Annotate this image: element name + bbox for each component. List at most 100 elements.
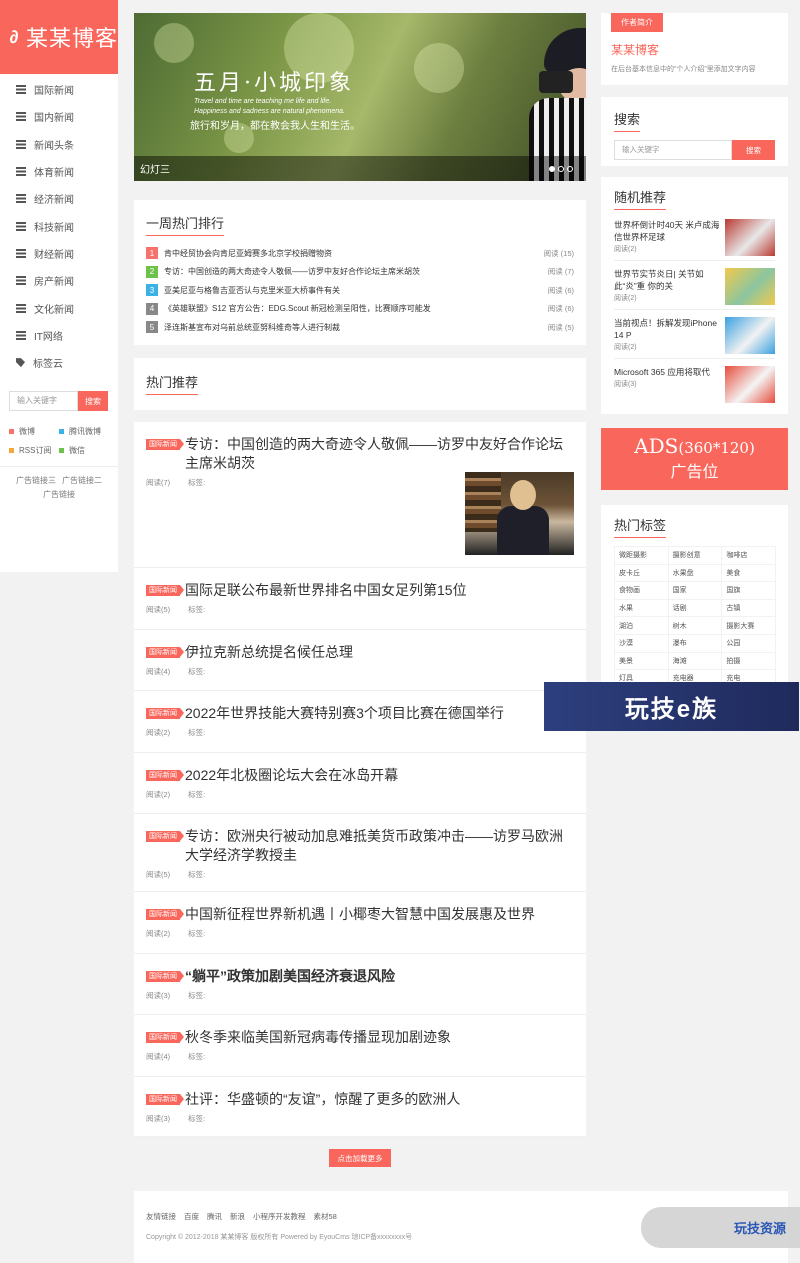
article-item[interactable]: 国际新闻 秋冬季来临美国新冠病毒传播显现加剧迹象 阅读(4) 标签: [134,1015,586,1077]
hot-rank-title[interactable]: 专访：中国创造的两大奇迹令人敬佩——访罗中友好合作论坛主席米胡茨 [164,266,534,277]
article-thumbnail[interactable] [465,472,574,555]
article-item[interactable]: 国际新闻 中国新征程世界新机遇丨小椰枣大智慧中国发展惠及世界 阅读(2) 标签: [134,892,586,954]
nav-item[interactable]: 文化新闻 [0,294,118,321]
tag-item[interactable]: 微距摄影 [614,546,669,565]
random-thumbnail[interactable] [725,317,775,354]
nav-item[interactable]: 新闻头条 [0,131,118,158]
hot-rank-item[interactable]: 1 肯中经贸协会向肯尼亚姆赛多北京学校捐赠物资 阅读 (15) [146,244,574,263]
nav-item[interactable]: 经济新闻 [0,185,118,212]
site-logo[interactable]: ∂ 某某博客 [0,0,118,74]
tag-item[interactable]: 咖啡店 [721,546,776,565]
random-title[interactable]: Microsoft 365 应用将取代 [614,366,720,378]
ad-link[interactable]: 广告链接二 [62,476,102,485]
nav-item[interactable]: 房产新闻 [0,267,118,294]
nav-item[interactable]: 体育新闻 [0,158,118,185]
nav-item[interactable]: 财经新闻 [0,240,118,267]
category-badge[interactable]: 国际新闻 [146,831,184,842]
author-name[interactable]: 某某博客 [611,41,778,58]
hot-rank-title[interactable]: 《英雄联盟》S12 官方公告：EDG.Scout 新冠检测呈阳性，比赛顺序可能发 [164,303,534,314]
slider-dot[interactable] [567,166,573,172]
ad-link[interactable]: 广告链接 [43,490,75,499]
right-search-button[interactable]: 搜索 [732,140,775,160]
slider-dot[interactable] [549,166,555,172]
share-rss[interactable]: RSS订阅 [9,445,59,456]
tag-item[interactable]: 水果 [614,598,669,618]
right-search-input[interactable]: 输入关键字 [614,140,732,160]
article-item[interactable]: 国际新闻 “躺平”政策加剧美国经济衰退风险 阅读(3) 标签: [134,954,586,1015]
nav-item[interactable]: 国内新闻 [0,103,118,130]
footer-link[interactable]: 素材58 [314,1212,337,1221]
nav-item[interactable]: IT网络 [0,322,118,349]
tag-item[interactable]: 食物画 [614,581,669,600]
article-title[interactable]: 专访：欧洲央行被动加息难抵美货币政策冲击——访罗马欧洲大学经济学教授圭 [185,827,574,865]
category-badge[interactable]: 国际新闻 [146,769,184,781]
hot-rank-item[interactable]: 5 泽连斯基宣布对乌前总统亚努科维奇等人进行制裁 阅读 (5) [146,318,574,337]
tag-item[interactable]: 国家 [667,581,723,600]
tag-item[interactable]: 美食 [721,563,776,583]
article-title[interactable]: 2022年世界技能大赛特别赛3个项目比赛在德国举行 [185,704,504,723]
tag-item[interactable]: 古镇 [721,598,776,618]
category-badge[interactable]: 国际新闻 [146,1093,184,1105]
random-thumbnail[interactable] [725,366,775,403]
article-item[interactable]: 国际新闻 社评：华盛顿的“友谊”，惊醒了更多的欧洲人 阅读(3) 标签: [134,1077,586,1138]
article-item[interactable]: 国际新闻 国际足联公布最新世界排名中国女足列第15位 阅读(5) 标签: [134,568,586,630]
tag-item[interactable]: 水果盘 [667,563,723,583]
tag-item[interactable]: 话剧 [667,598,723,618]
tag-item[interactable]: 沙漠 [614,633,669,653]
nav-item[interactable]: 标签云 [0,349,118,376]
category-badge[interactable]: 国际新闻 [146,1032,184,1043]
left-search-input[interactable]: 输入关键字 [9,391,78,411]
left-search-button[interactable]: 搜索 [78,391,108,411]
hot-rank-title[interactable]: 泽连斯基宣布对乌前总统亚努科维奇等人进行制裁 [164,322,534,333]
article-title[interactable]: 专访：中国创造的两大奇迹令人敬佩——访罗中友好合作论坛主席米胡茨 [185,435,574,473]
tag-item[interactable]: 海滩 [667,651,723,671]
hot-rank-title[interactable]: 肯中经贸协会向肯尼亚姆赛多北京学校捐赠物资 [164,248,534,259]
random-thumbnail[interactable] [725,268,775,305]
random-title[interactable]: 世界节实节炎日| 关节如此“炎”重 你的关 [614,268,720,292]
footer-link[interactable]: 百度 [184,1212,199,1221]
share-wechat[interactable]: 微信 [59,445,109,456]
article-title[interactable]: 秋冬季来临美国新冠病毒传播显现加剧迹象 [185,1028,451,1047]
ad-banner[interactable]: ADS(360*120) 广告位 [601,428,788,490]
article-item[interactable]: 国际新闻 伊拉克新总统提名候任总理 阅读(4) 标签: [134,630,586,691]
tag-item[interactable]: 湖泊 [614,616,669,635]
category-badge[interactable]: 国际新闻 [146,708,184,719]
article-item[interactable]: 国际新闻 2022年世界技能大赛特别赛3个项目比赛在德国举行 阅读(2) 标签: [134,691,586,753]
category-badge[interactable]: 国际新闻 [146,970,184,982]
hot-rank-item[interactable]: 4 《英雄联盟》S12 官方公告：EDG.Scout 新冠检测呈阳性，比赛顺序可能… [146,300,574,319]
article-title[interactable]: 2022年北极圈论坛大会在冰岛开幕 [185,766,398,785]
tag-item[interactable]: 公园 [721,633,776,653]
random-item[interactable]: 世界杯倒计时40天 米卢成海信世界杯足球 阅读(2) [614,212,775,261]
category-badge[interactable]: 国际新闻 [146,909,184,920]
nav-item[interactable]: 科技新闻 [0,212,118,239]
tag-item[interactable]: 国旗 [721,581,776,600]
footer-link[interactable]: 腾讯 [207,1212,222,1221]
tag-item[interactable]: 树木 [667,616,723,635]
article-title[interactable]: 伊拉克新总统提名候任总理 [185,643,353,662]
footer-link[interactable]: 新浪 [230,1212,245,1221]
footer-link[interactable]: 小程序开发教程 [253,1212,306,1221]
tag-item[interactable]: 美景 [614,651,669,671]
load-more-button[interactable]: 点击加载更多 [329,1149,391,1167]
article-item[interactable]: 国际新闻 专访：中国创造的两大奇迹令人敬佩——访罗中友好合作论坛主席米胡茨 阅读(7… [134,422,586,568]
random-item[interactable]: Microsoft 365 应用将取代 阅读(3) [614,359,775,408]
tag-item[interactable]: 摄影创意 [667,546,723,565]
article-item[interactable]: 国际新闻 2022年北极圈论坛大会在冰岛开幕 阅读(2) 标签: [134,753,586,814]
hot-rank-item[interactable]: 2 专访：中国创造的两大奇迹令人敬佩——访罗中友好合作论坛主席米胡茨 阅读 (7) [146,263,574,282]
random-title[interactable]: 当前视点！拆解发现iPhone 14 P [614,317,720,341]
random-thumbnail[interactable] [725,219,775,256]
random-title[interactable]: 世界杯倒计时40天 米卢成海信世界杯足球 [614,219,720,243]
random-item[interactable]: 当前视点！拆解发现iPhone 14 P 阅读(2) [614,310,775,359]
hot-rank-title[interactable]: 亚美尼亚与格鲁吉亚否认与克里米亚大桥事件有关 [164,285,534,296]
tag-item[interactable]: 瀑布 [667,633,723,653]
share-weibo[interactable]: 微博 [9,426,59,437]
nav-item[interactable]: 国际新闻 [0,76,118,103]
tag-item[interactable]: 摄影大赛 [721,616,776,635]
category-badge[interactable]: 国际新闻 [146,585,184,596]
image-slider[interactable]: 五月·小城印象 Travel and time are teaching me … [134,13,586,181]
slider-dot[interactable] [558,166,564,172]
article-title[interactable]: 国际足联公布最新世界排名中国女足列第15位 [185,581,467,600]
category-badge[interactable]: 国际新闻 [146,439,184,450]
hot-rank-item[interactable]: 3 亚美尼亚与格鲁吉亚否认与克里米亚大桥事件有关 阅读 (6) [146,281,574,300]
article-title[interactable]: 中国新征程世界新机遇丨小椰枣大智慧中国发展惠及世界 [185,905,535,924]
